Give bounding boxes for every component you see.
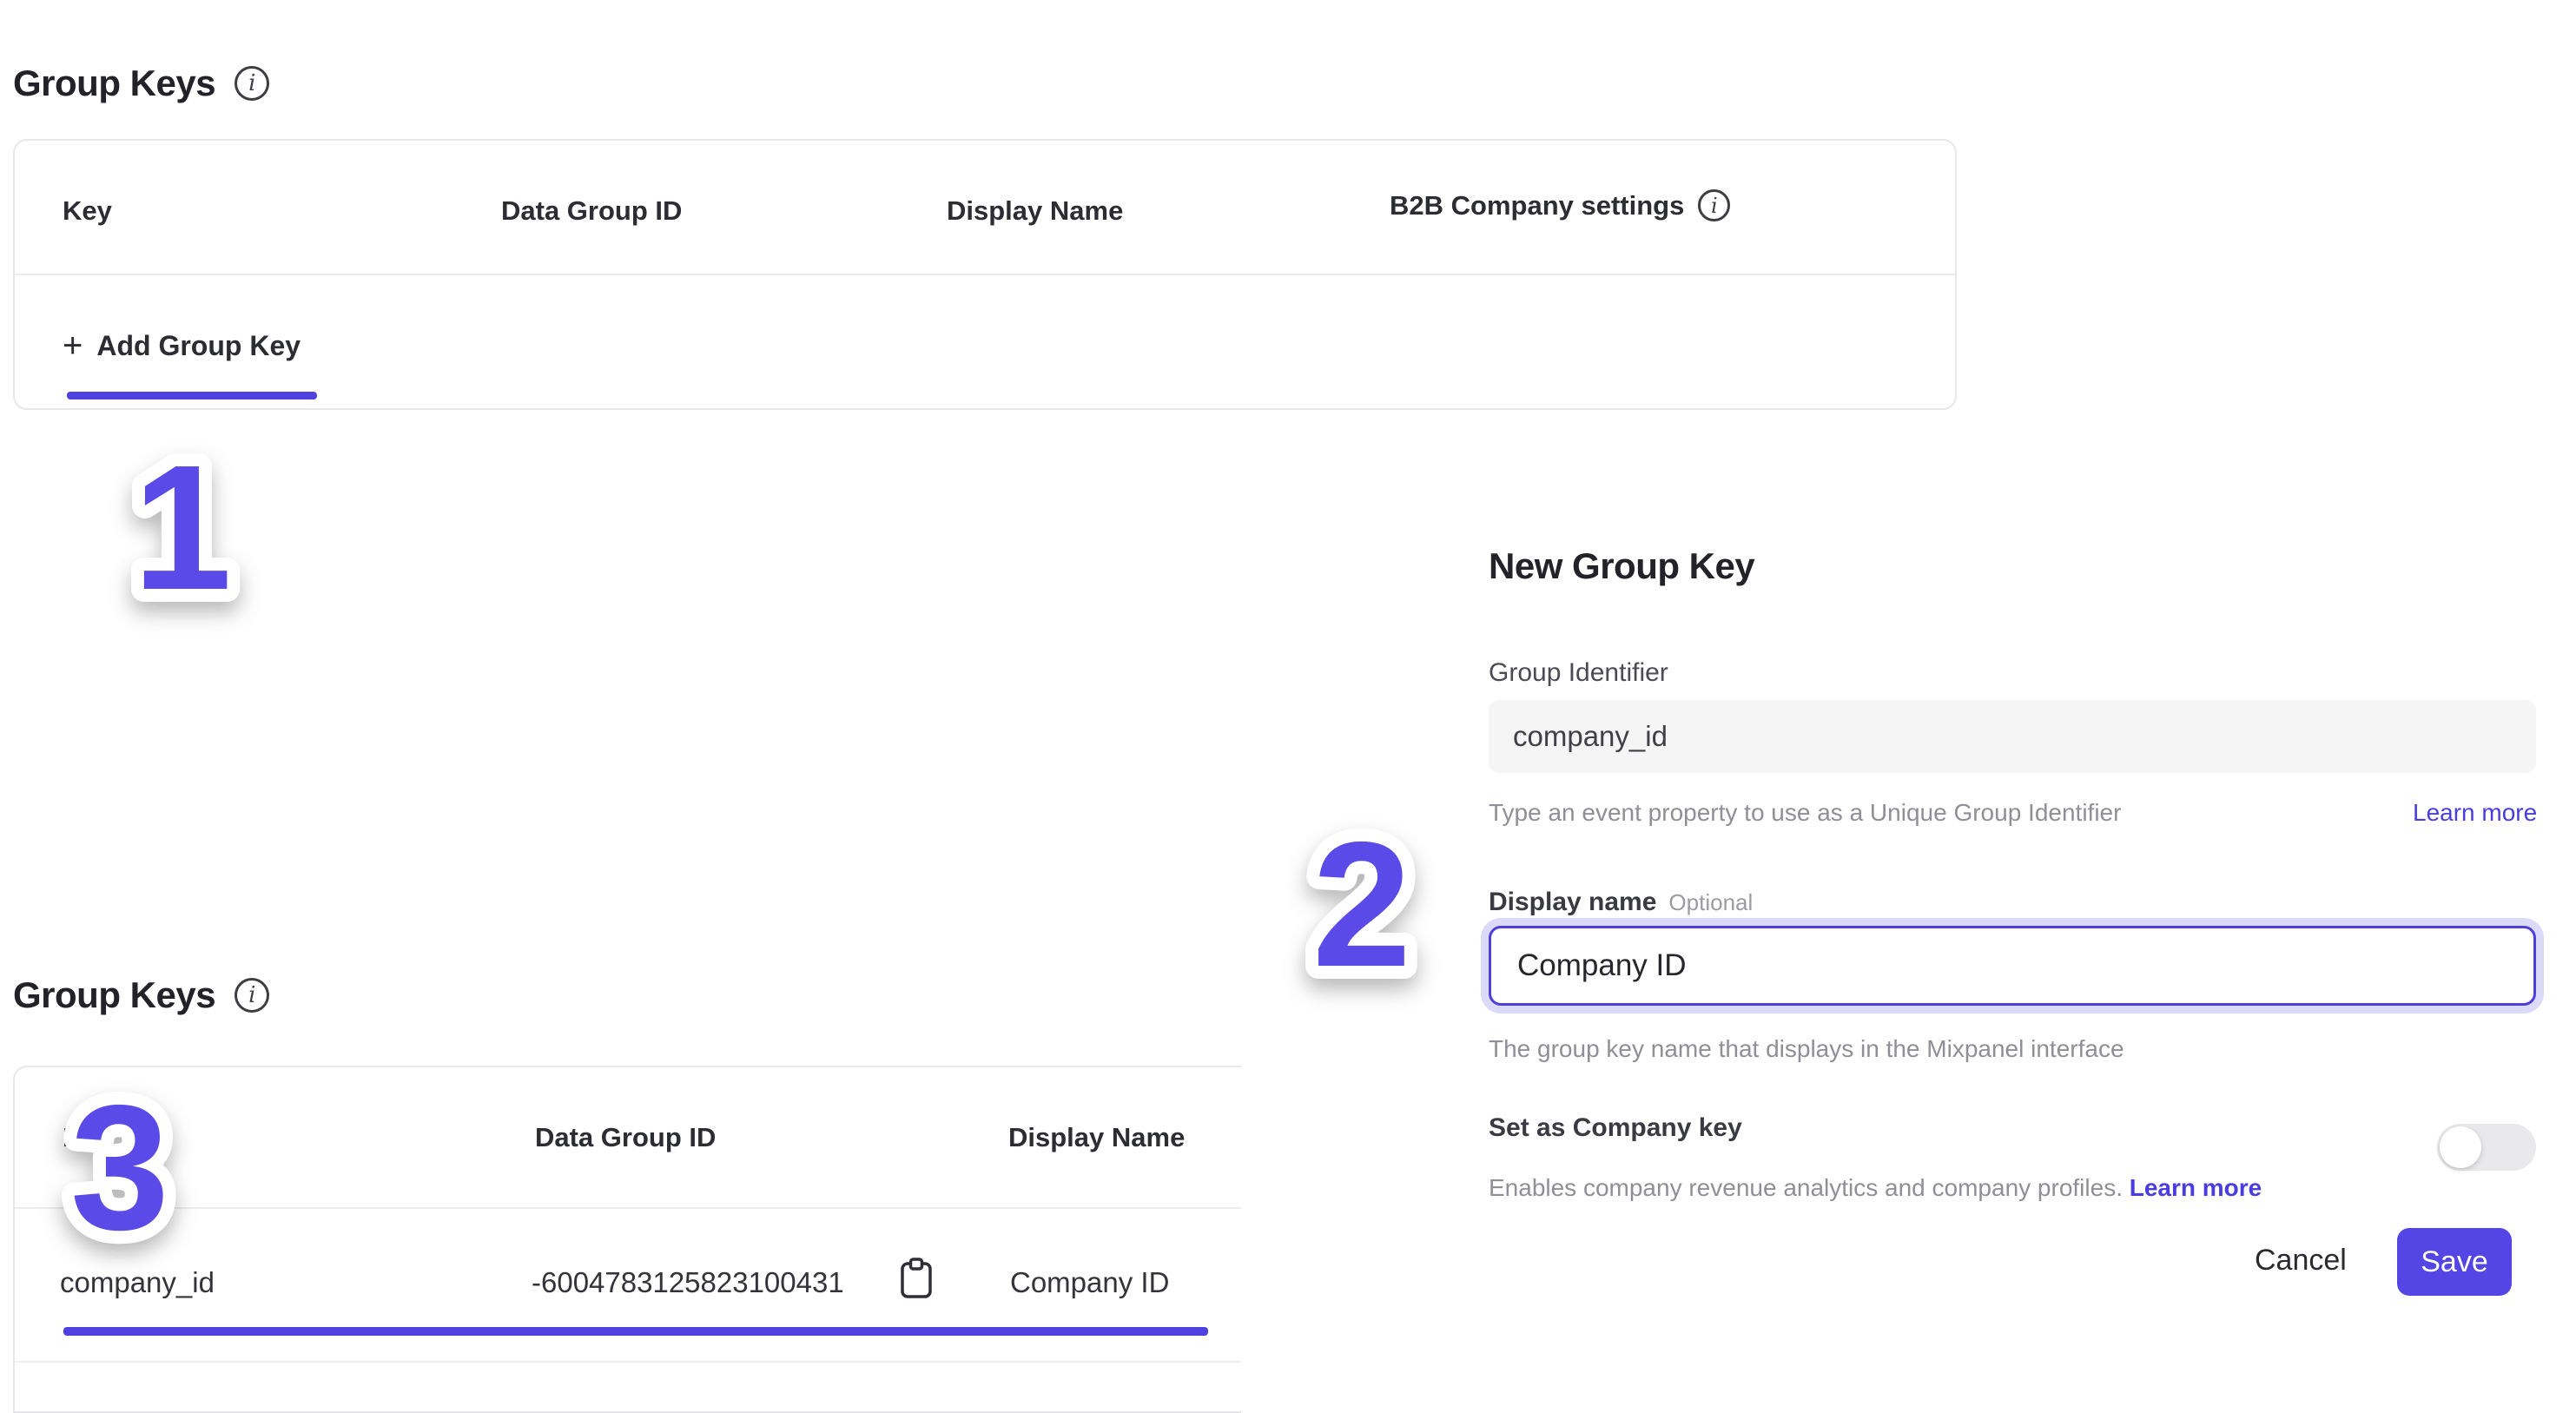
step-2-annotation: 2 [1277,808,1468,999]
group-keys-tutorial-page: { "colors": { "accent": "#5346e4", "anno… [0,0,2576,1398]
svg-text:3: 3 [70,1068,169,1267]
row-key-cell: company_id [60,1266,215,1299]
group-keys-heading-top-label: Group Keys [13,63,215,104]
cancel-button[interactable]: Cancel [2255,1244,2347,1278]
set-company-key-label: Set as Company key [1489,1113,1742,1143]
table-row-divider [15,1361,1241,1363]
info-icon[interactable]: i [234,978,269,1013]
new-group-key-title: New Group Key [1489,545,1754,587]
row-data-group-id-cell: -6004783125823100431 [532,1266,844,1299]
info-icon[interactable]: i [1698,189,1730,221]
group-keys-table-empty [13,139,1957,410]
toggle-knob [2440,1126,2481,1168]
column-header-display-name: Display Name [947,195,1123,227]
column-header-data-group-id: Data Group ID [535,1122,716,1153]
company-key-toggle[interactable] [2437,1124,2536,1171]
svg-text:2: 2 [1312,805,1411,1004]
learn-more-link-company[interactable]: Learn more [2130,1174,2262,1201]
step-1-annotation: 1 [104,434,295,625]
display-name-input[interactable] [1489,926,2536,1006]
company-key-helper: Enables company revenue analytics and co… [1489,1174,2262,1202]
learn-more-link-identifier[interactable]: Learn more [2413,799,2537,827]
info-icon[interactable]: i [234,66,269,101]
group-keys-heading-bottom: Group Keys i [13,974,269,1016]
copy-icon[interactable] [900,1258,933,1299]
column-header-data-group-id: Data Group ID [501,195,682,227]
row-display-name-cell: Company ID [1010,1266,1169,1299]
column-header-key: Key [63,195,112,227]
display-name-label: Display name [1489,888,1656,917]
display-name-helper: The group key name that displays in the … [1489,1035,2124,1063]
group-identifier-input[interactable] [1489,700,2536,773]
group-keys-heading-top: Group Keys i [13,63,269,104]
step-3-annotation: 3 [43,1073,234,1264]
optional-badge: Optional [1668,889,1753,916]
save-button[interactable]: Save [2397,1228,2512,1296]
svg-text:1: 1 [133,428,232,627]
group-identifier-label: Group Identifier [1489,658,1668,688]
display-name-label-row: Display name Optional [1489,888,1753,917]
table-header-divider [15,274,1955,275]
group-keys-heading-bottom-label: Group Keys [13,974,215,1016]
column-header-b2b-settings: B2B Company settings i [1390,189,1730,221]
plus-icon: + [63,328,83,363]
add-group-key-label: Add Group Key [96,330,301,362]
add-group-key-button[interactable]: + Add Group Key [63,328,301,363]
column-header-display-name: Display Name [1008,1122,1185,1153]
tutorial-highlight-underline-add [67,392,317,399]
tutorial-highlight-underline-row [63,1327,1208,1336]
group-identifier-helper: Type an event property to use as a Uniqu… [1489,799,2121,827]
